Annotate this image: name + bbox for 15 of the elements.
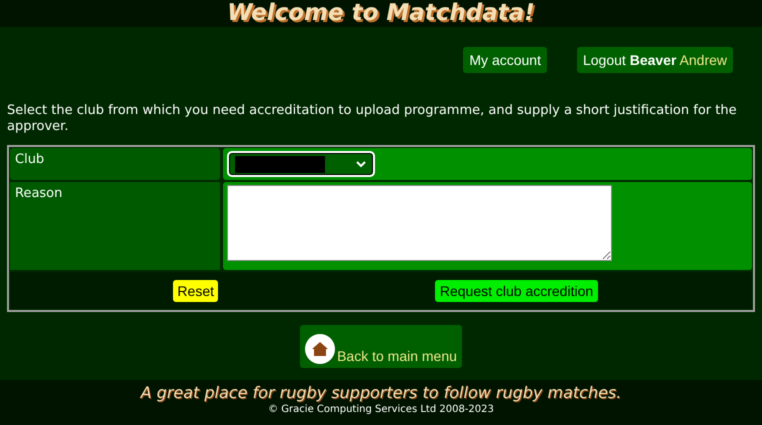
logout-button[interactable]: Logout Beaver Andrew <box>576 47 733 73</box>
chevron-down-icon <box>355 160 367 168</box>
my-account-button[interactable]: My account <box>463 47 547 73</box>
club-label: Club <box>15 152 44 167</box>
home-icon <box>305 334 336 364</box>
instructions-text: Select the club from which you need accreditation to upload programme, and supply a short justification for the approver. <box>7 103 738 135</box>
copyright-text: © Gracie Computing Services Ltd 2008-2023 <box>268 404 494 415</box>
reason-field[interactable] <box>227 185 612 261</box>
reset-button[interactable]: Reset <box>173 280 218 302</box>
back-to-main-menu-button[interactable]: Back to main menu <box>300 325 462 368</box>
site-title: Welcome to Matchdata! <box>227 0 535 27</box>
request-accreditation-button[interactable]: Request club accredition <box>434 280 598 302</box>
tagline: A great place for rugby supporters to follow rugby matches. <box>140 383 622 402</box>
club-select[interactable] <box>227 151 375 177</box>
reason-label: Reason <box>15 186 62 201</box>
